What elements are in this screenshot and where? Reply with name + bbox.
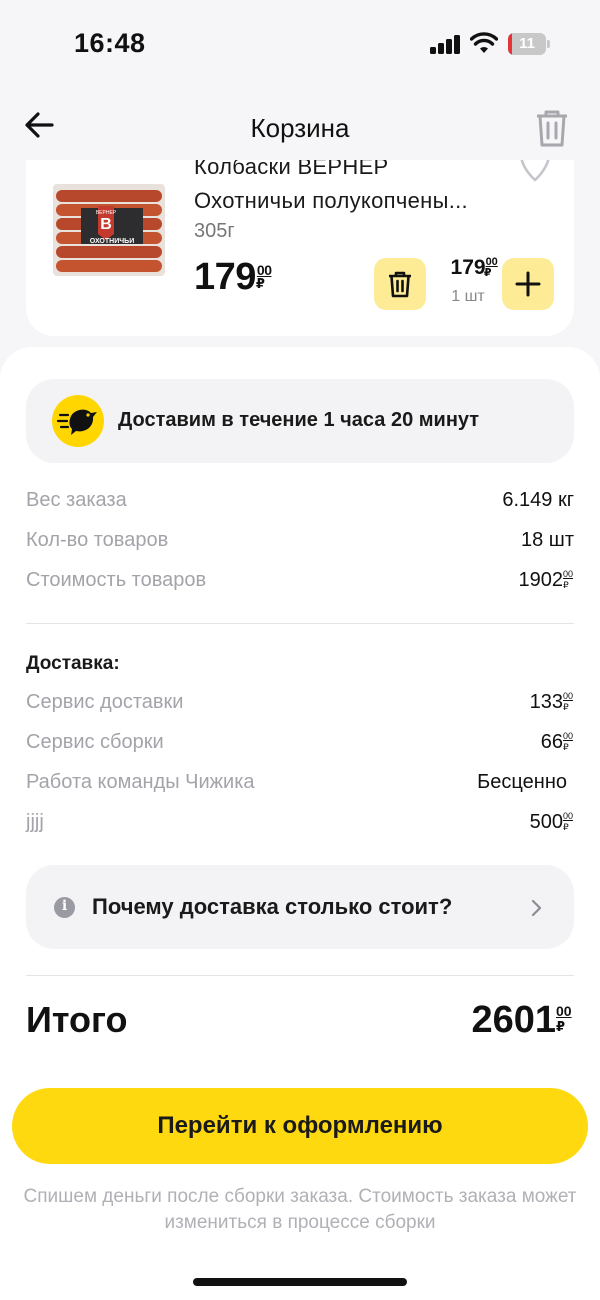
battery-level-text: 11 <box>519 35 535 52</box>
delivery-service-value: 133 00 ₽ <box>530 691 574 714</box>
product-name[interactable]: Колбаски ВЕРНЕР Охотничьи полукопчены... <box>194 160 524 218</box>
currency-symbol: ₽ <box>563 580 569 590</box>
info-icon: i <box>54 897 75 918</box>
product-image-letter: В <box>100 216 112 233</box>
status-time: 16:48 <box>74 28 146 58</box>
product-name-line2: Охотничьи полукопчены... <box>194 188 468 213</box>
order-summary-sheet: Доставим в течение 1 часа 20 минут Вес з… <box>0 347 600 1300</box>
goods-cost-label: Стоимость товаров <box>26 569 207 591</box>
product-price-rub: 179 <box>194 256 256 298</box>
divider <box>26 623 574 624</box>
items-count-value: 18 шт <box>520 529 574 551</box>
assembly-service-rub: 66 <box>540 731 563 753</box>
remove-item-button[interactable] <box>374 258 426 310</box>
delivery-service-kop: 00 <box>563 691 574 701</box>
wifi-icon <box>470 32 498 53</box>
total-kop: 00 <box>556 1003 572 1019</box>
delivery-section-title: Доставка: <box>26 653 120 674</box>
delivery-time-text: Доставим в течение 1 часа 20 минут <box>118 409 480 431</box>
product-weight: 305г <box>194 220 235 242</box>
currency-symbol: ₽ <box>563 822 569 832</box>
divider <box>26 975 574 976</box>
total-value: 2601 00 ₽ <box>471 999 574 1042</box>
goods-cost-rub: 1902 <box>518 569 564 591</box>
assembly-service-row: Сервис сборки 66 00 ₽ <box>26 731 574 761</box>
delivery-service-label: Сервис доставки <box>26 691 184 713</box>
chevron-right-icon <box>531 899 542 917</box>
bird-icon <box>52 395 104 447</box>
extra-fee-rub: 500 <box>529 811 563 833</box>
goods-cost-row: Стоимость товаров 1902 00 ₽ <box>26 569 574 599</box>
cart-item-card[interactable]: В ВЕРНЕР ОХОТНИЧЬИ Колбаски ВЕРНЕР Охотн… <box>26 160 574 336</box>
order-weight-label: Вес заказа <box>26 489 127 511</box>
extra-fee-label: jjjj <box>26 811 44 833</box>
signal-icon <box>430 34 462 54</box>
assembly-service-label: Сервис сборки <box>26 731 164 753</box>
battery-icon: 11 <box>508 33 550 55</box>
team-work-label: Работа команды Чижика <box>26 771 255 793</box>
currency-symbol: ₽ <box>563 742 569 752</box>
trash-icon <box>389 271 411 298</box>
delivery-cost-question: Почему доставка столько стоит? <box>92 894 453 919</box>
items-count-label: Кол-во товаров <box>26 529 169 551</box>
product-image-brand: ВЕРНЕР <box>96 210 117 216</box>
item-quantity: 1 шт <box>451 288 485 305</box>
extra-fee-value: 500 00 ₽ <box>530 811 574 834</box>
unit-price-rub: 179 <box>450 256 486 279</box>
checkout-button[interactable]: Перейти к оформлению <box>12 1088 588 1164</box>
team-work-value: Бесценно <box>477 771 567 793</box>
extra-fee-row: jjjj 500 00 ₽ <box>26 811 574 841</box>
delivery-service-rub: 133 <box>529 691 563 713</box>
increase-quantity-button[interactable] <box>502 258 554 310</box>
favorite-heart-icon[interactable] <box>518 160 552 184</box>
product-name-line1: Колбаски ВЕРНЕР <box>194 160 389 179</box>
product-price: 179 00 ₽ <box>194 256 276 299</box>
currency-symbol: ₽ <box>563 702 569 712</box>
unit-price: 17900₽ <box>436 256 506 280</box>
order-weight-value: 6.149 кг <box>502 489 574 511</box>
product-image-label: ОХОТНИЧЬИ <box>90 238 134 245</box>
header: Корзина <box>0 95 600 159</box>
total-rub: 2601 <box>471 999 556 1041</box>
unit-price-currency: ₽ <box>483 267 492 279</box>
checkout-footnote: Спишем деньги после сборки заказа. Стоим… <box>23 1186 577 1233</box>
currency-symbol: ₽ <box>255 276 265 291</box>
currency-symbol: ₽ <box>556 1019 566 1034</box>
goods-cost-value: 1902 00 ₽ <box>519 569 575 592</box>
home-indicator[interactable] <box>193 1278 407 1286</box>
order-weight-row: Вес заказа 6.149 кг <box>26 489 574 519</box>
items-count-row: Кол-во товаров 18 шт <box>26 529 574 559</box>
delivery-time-banner: Доставим в течение 1 часа 20 минут <box>26 379 574 463</box>
delivery-service-row: Сервис доставки 133 00 ₽ <box>26 691 574 721</box>
plus-icon <box>515 271 541 297</box>
assembly-service-value: 66 00 ₽ <box>541 731 574 754</box>
delivery-cost-explanation-button[interactable]: i Почему доставка столько стоит? <box>26 865 574 949</box>
team-work-row: Работа команды Чижика Бесценно <box>26 771 574 801</box>
total-label: Итого <box>26 999 128 1040</box>
product-image: В ВЕРНЕР ОХОТНИЧЬИ <box>53 184 165 276</box>
status-bar: 16:48 11 <box>0 0 600 90</box>
clear-cart-trash-icon[interactable] <box>532 107 572 149</box>
page-title: Корзина <box>250 113 350 143</box>
extra-fee-kop: 00 <box>563 811 574 821</box>
assembly-service-kop: 00 <box>563 731 574 741</box>
goods-cost-kop: 00 <box>563 569 574 579</box>
info-glyph: i <box>61 898 68 914</box>
